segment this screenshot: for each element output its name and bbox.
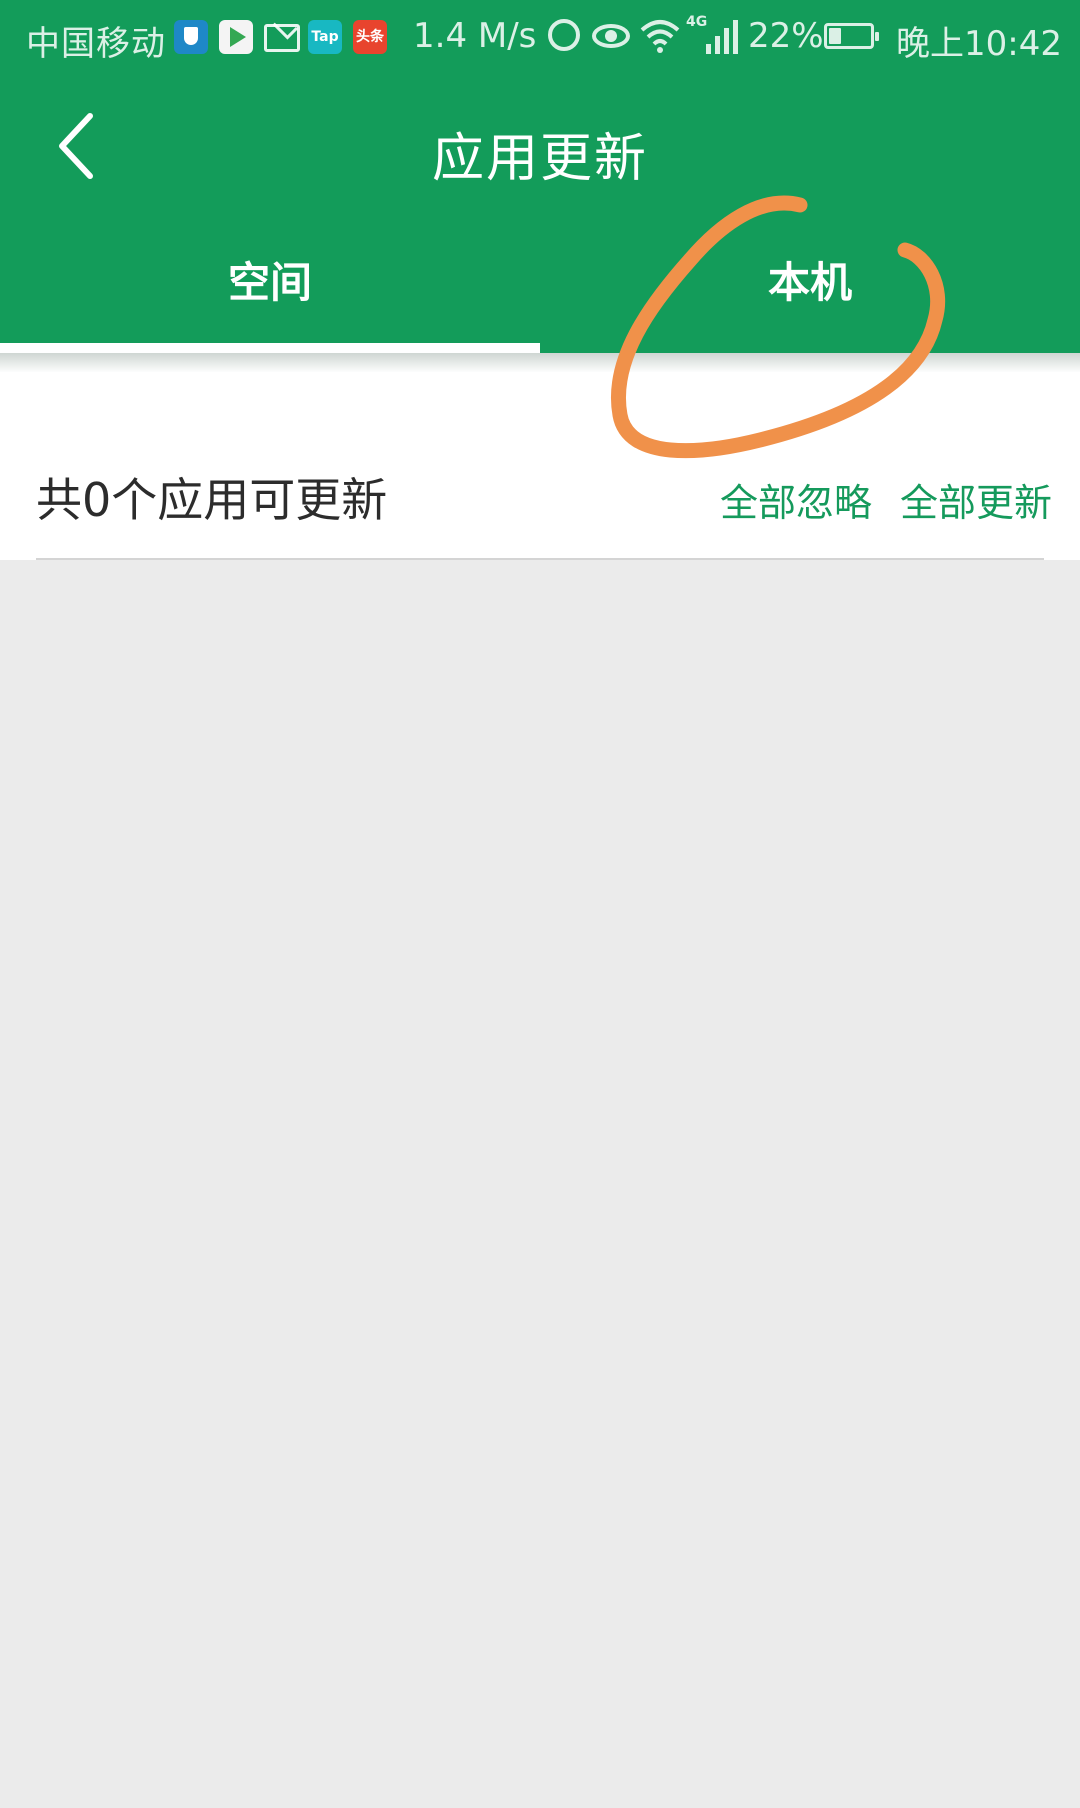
alarm-icon <box>548 19 580 51</box>
signal-icon <box>706 16 746 54</box>
clock: 晚上10:42 <box>896 24 1062 64</box>
tap-icon: Tap <box>308 20 342 54</box>
wifi-icon <box>640 20 680 53</box>
tab-local[interactable]: 本机 <box>540 228 1080 353</box>
network-type-label: 4G <box>686 14 708 30</box>
tab-space[interactable]: 空间 <box>0 228 540 353</box>
update-summary-row: 共0个应用可更新 全部忽略 全部更新 <box>0 372 1080 560</box>
shield-icon <box>174 20 208 54</box>
divider <box>36 558 1044 560</box>
header-shadow <box>0 353 1080 373</box>
network-speed: 1.4 M/s <box>413 16 537 56</box>
page-title: 应用更新 <box>431 129 648 189</box>
status-bar: 中国移动 Tap 头条 1.4 M/s 4G 22% 晚上10:42 <box>0 0 1080 76</box>
eye-comfort-icon <box>592 24 630 48</box>
update-all-button[interactable]: 全部更新 <box>900 472 1052 527</box>
tab-indicator <box>0 343 540 353</box>
toutiao-icon: 头条 <box>353 20 387 54</box>
ignore-all-button[interactable]: 全部忽略 <box>720 472 872 527</box>
play-store-icon <box>219 20 253 54</box>
update-count-label: 共0个应用可更新 <box>36 473 388 527</box>
tab-bar: 空间 本机 <box>0 228 1080 353</box>
mail-icon <box>264 24 300 52</box>
battery-icon <box>824 23 879 49</box>
carrier-label: 中国移动 <box>26 24 166 64</box>
battery-percentage: 22% <box>748 16 824 56</box>
